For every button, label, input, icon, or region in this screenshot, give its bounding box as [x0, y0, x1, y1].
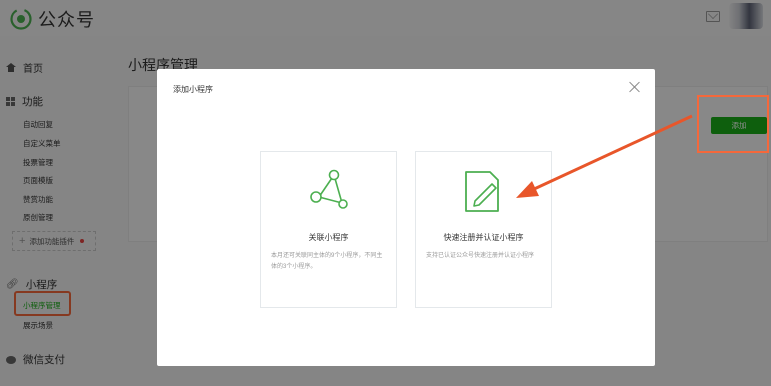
link-miniprogram-option[interactable]: 关联小程序 本月还可关联同主体的9个小程序，不同主体的3个小程序。 [260, 151, 397, 308]
document-edit-icon [465, 171, 499, 212]
share-nodes-icon [310, 169, 348, 209]
register-miniprogram-option[interactable]: 快速注册并认证小程序 支持已认证公众号快速注册并认证小程序 [415, 151, 552, 308]
close-icon[interactable] [629, 81, 641, 93]
add-miniprogram-dialog: 添加小程序 关联小程序 本月还可关联同主体的9个小程序，不同主体的3个小程序。 … [157, 69, 655, 366]
option-desc: 支持已认证公众号快速注册并认证小程序 [426, 253, 535, 259]
option-title: 关联小程序 [308, 233, 349, 242]
option-desc: 本月还可关联同主体的9个小程序，不同主体的3个小程序。 [271, 253, 383, 270]
option-title: 快速注册并认证小程序 [443, 233, 524, 242]
annotation-highlight-box-top [697, 95, 769, 153]
dialog-title: 添加小程序 [173, 85, 213, 94]
